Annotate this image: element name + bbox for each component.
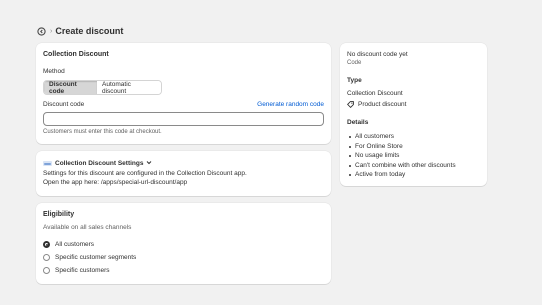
list-item: No usage limits	[347, 151, 456, 161]
radio-label: Specific customer segments	[55, 254, 137, 261]
settings-app-link-text: Open the app here: /apps/special-url-dis…	[43, 179, 188, 186]
list-item: Active from today	[347, 170, 456, 180]
list-item: Can't combine with other discounts	[347, 161, 456, 171]
summary-details-list: All customers For Online Store No usage …	[347, 132, 456, 180]
back-arrow-icon[interactable]	[37, 26, 46, 36]
summary-type-detail: Product discount	[346, 101, 407, 109]
radio-button[interactable]	[43, 267, 50, 274]
generate-random-code-link[interactable]: Generate random code	[257, 101, 324, 108]
radio-all-customers[interactable]: All customers	[43, 240, 94, 249]
eligibility-title: Eligibility	[43, 211, 75, 218]
discount-code-label: Discount code	[43, 101, 85, 108]
summary-type-detail-text: Product discount	[358, 101, 407, 108]
app-settings-card: Collection Discount Settings Settings fo…	[36, 151, 331, 196]
eligibility-card: Eligibility Available on all sales chann…	[36, 203, 331, 284]
settings-description: Settings for this discount are configure…	[43, 170, 247, 177]
chevron-down-icon	[146, 160, 152, 167]
settings-header[interactable]: Collection Discount Settings	[43, 160, 152, 167]
discount-code-input[interactable]	[43, 112, 324, 126]
radio-label: Specific customers	[55, 267, 110, 274]
summary-type-heading: Type	[347, 77, 362, 84]
summary-code-sub: Code	[347, 60, 362, 66]
summary-details-heading: Details	[347, 119, 369, 126]
radio-label: All customers	[55, 241, 95, 248]
eligibility-subtitle: Available on all sales channels	[43, 224, 132, 231]
app-icon	[43, 161, 52, 166]
summary-card: No discount code yet Code Type Collectio…	[340, 43, 487, 186]
method-option-automatic-discount[interactable]: Automatic discount	[97, 81, 161, 94]
summary-code-heading: No discount code yet	[347, 51, 408, 58]
settings-title: Collection Discount Settings	[55, 160, 144, 167]
summary-type-value: Collection Discount	[347, 90, 403, 97]
page-header: › Create discount	[37, 25, 123, 37]
method-segmented-control: Discount code Automatic discount	[43, 80, 162, 95]
card-title: Collection Discount	[43, 51, 109, 58]
list-item: All customers	[347, 132, 456, 142]
breadcrumb-separator: ›	[50, 27, 53, 35]
discount-method-card: Collection Discount Method Discount code…	[36, 43, 331, 144]
page-title: Create discount	[55, 26, 124, 36]
method-option-discount-code[interactable]: Discount code	[44, 81, 97, 94]
list-item: For Online Store	[347, 142, 456, 152]
radio-button[interactable]	[43, 241, 50, 248]
method-label: Method	[43, 68, 65, 75]
radio-button[interactable]	[43, 254, 50, 261]
radio-specific-customer-segments[interactable]: Specific customer segments	[43, 253, 136, 262]
tag-icon	[346, 101, 354, 109]
radio-specific-customers[interactable]: Specific customers	[43, 266, 110, 275]
discount-code-help-text: Customers must enter this code at checko…	[43, 129, 162, 135]
